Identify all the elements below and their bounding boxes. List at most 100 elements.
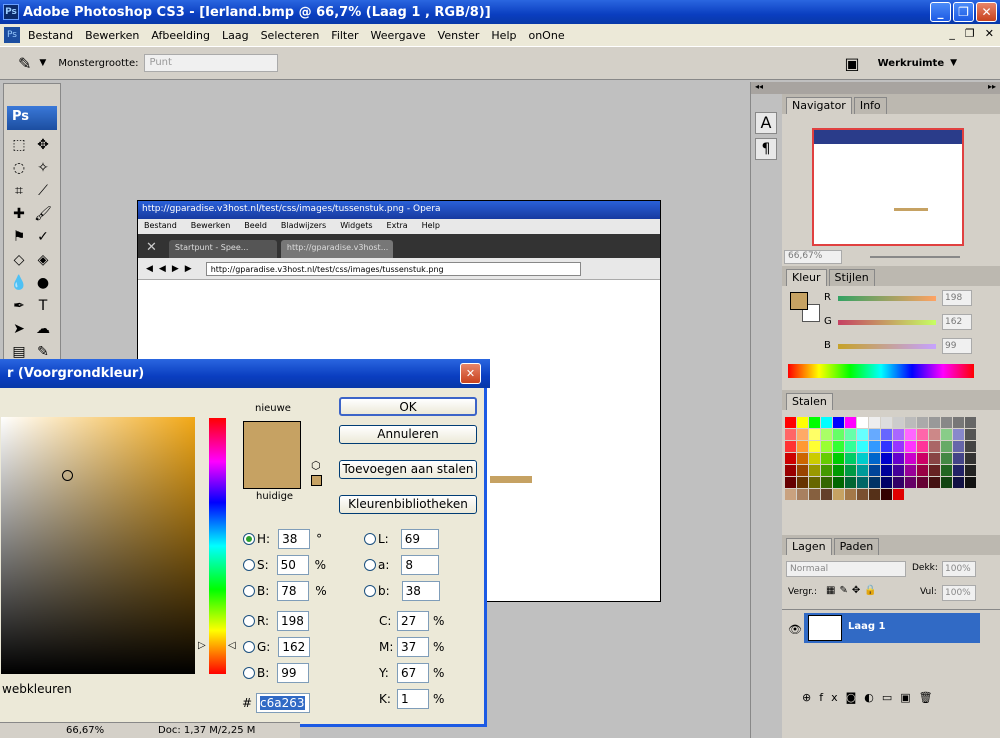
restore-button[interactable]: ❐ xyxy=(953,2,974,22)
a-field[interactable]: 8 xyxy=(401,555,440,575)
color-swatch[interactable] xyxy=(965,429,976,440)
color-swatch[interactable] xyxy=(905,429,916,440)
eye-icon[interactable]: 👁 xyxy=(788,623,802,636)
color-swatch[interactable] xyxy=(845,453,856,464)
color-swatch[interactable] xyxy=(785,417,796,428)
color-swatch[interactable] xyxy=(833,465,844,476)
color-swatch[interactable] xyxy=(857,477,868,488)
color-swatch[interactable] xyxy=(785,465,796,476)
menu-laag[interactable]: Laag xyxy=(216,29,255,42)
color-swatch[interactable] xyxy=(869,417,880,428)
color-swatch[interactable] xyxy=(797,489,808,500)
color-swatch[interactable] xyxy=(845,417,856,428)
color-swatch[interactable] xyxy=(965,417,976,428)
color-swatch[interactable] xyxy=(809,477,820,488)
document-icon[interactable]: Ps xyxy=(4,27,20,43)
color-swatch[interactable] xyxy=(953,441,964,452)
color-swatch[interactable] xyxy=(929,441,940,452)
color-swatch[interactable] xyxy=(941,465,952,476)
b-slider[interactable] xyxy=(838,344,936,349)
color-swatch[interactable] xyxy=(929,465,940,476)
cube-icon[interactable]: ⬡ xyxy=(311,459,321,472)
radio-lab-b[interactable] xyxy=(364,585,376,597)
layers-footer-icons[interactable]: ⊕fx◙◐▭▣🗑 xyxy=(802,691,941,704)
radio-l[interactable] xyxy=(364,533,376,545)
swatches-grid[interactable] xyxy=(782,410,1000,535)
color-swatch[interactable] xyxy=(833,453,844,464)
stamp-tool-icon[interactable]: ⚑ xyxy=(7,226,31,249)
move-tool-icon[interactable]: ✥ xyxy=(31,134,55,157)
lab-b-field[interactable]: 38 xyxy=(401,581,440,601)
path-select-icon[interactable]: ➤ xyxy=(7,318,31,341)
color-swatch[interactable] xyxy=(845,489,856,500)
dialog-close-button[interactable]: ✕ xyxy=(460,363,481,384)
color-swatch[interactable] xyxy=(953,465,964,476)
menu-help[interactable]: Help xyxy=(485,29,522,42)
healing-brush-icon[interactable]: ✚ xyxy=(7,203,31,226)
color-swatch[interactable] xyxy=(797,429,808,440)
color-swatch[interactable] xyxy=(785,489,796,500)
dodge-tool-icon[interactable]: ● xyxy=(31,272,55,295)
color-swatch[interactable] xyxy=(821,417,832,428)
layer-row-laag1[interactable]: Laag 1 xyxy=(804,613,980,643)
paragraph-panel-icon[interactable]: ¶ xyxy=(755,138,777,160)
color-swatch[interactable] xyxy=(965,453,976,464)
color-swatch[interactable] xyxy=(809,489,820,500)
b-value-field[interactable]: 99 xyxy=(942,338,972,354)
radio-h[interactable] xyxy=(243,533,255,545)
color-swatch[interactable] xyxy=(833,489,844,500)
b-field[interactable]: 78 xyxy=(277,581,310,601)
color-swatch[interactable] xyxy=(905,453,916,464)
color-swatch[interactable] xyxy=(833,429,844,440)
hue-slider[interactable] xyxy=(209,418,226,674)
radio-blue[interactable] xyxy=(243,667,255,679)
r-field[interactable]: 198 xyxy=(277,611,310,631)
chevron-down-icon[interactable]: ▼ xyxy=(39,58,46,68)
color-swatch[interactable] xyxy=(941,429,952,440)
shape-tool-icon[interactable]: ☁ xyxy=(31,318,55,341)
tab-info[interactable]: Info xyxy=(853,97,887,114)
bucket-tool-icon[interactable]: ◈ xyxy=(31,249,55,272)
color-swatch[interactable] xyxy=(953,453,964,464)
color-swatch[interactable] xyxy=(857,441,868,452)
blur-tool-icon[interactable]: 💧 xyxy=(7,272,31,295)
color-swatch[interactable] xyxy=(833,417,844,428)
menu-afbeelding[interactable]: Afbeelding xyxy=(145,29,216,42)
color-swatch[interactable] xyxy=(893,441,904,452)
color-swatch[interactable] xyxy=(965,477,976,488)
k-field[interactable]: 1 xyxy=(397,689,429,709)
color-swatch[interactable] xyxy=(821,489,832,500)
radio-g[interactable] xyxy=(243,641,255,653)
color-swatch[interactable] xyxy=(809,453,820,464)
doc-close-icon[interactable]: ✕ xyxy=(985,27,994,40)
color-swatch[interactable] xyxy=(893,417,904,428)
fill-field[interactable]: 100% xyxy=(942,585,976,601)
add-to-swatches-button[interactable]: Toevoegen aan stalen xyxy=(339,460,477,479)
color-swatch[interactable] xyxy=(893,465,904,476)
color-swatch[interactable] xyxy=(821,465,832,476)
color-swatch[interactable] xyxy=(881,441,892,452)
bridge-icon[interactable]: ▣ xyxy=(844,54,859,73)
color-swatch[interactable] xyxy=(809,417,820,428)
color-swatch[interactable] xyxy=(881,453,892,464)
menu-bewerken[interactable]: Bewerken xyxy=(79,29,145,42)
slice-tool-icon[interactable]: ⟋ xyxy=(31,180,55,203)
color-swatch[interactable] xyxy=(833,477,844,488)
tab-stijlen[interactable]: Stijlen xyxy=(828,269,875,286)
hue-slider-arrow-left[interactable]: ▷ xyxy=(198,640,206,651)
close-button[interactable]: ✕ xyxy=(976,2,997,22)
s-field[interactable]: 50 xyxy=(276,555,309,575)
color-field[interactable] xyxy=(1,417,195,674)
color-swatch[interactable] xyxy=(917,441,928,452)
color-libraries-button[interactable]: Kleurenbibliotheken xyxy=(339,495,477,514)
dock-collapse-icon[interactable]: ◂◂ xyxy=(751,82,782,94)
color-swatch[interactable] xyxy=(917,465,928,476)
color-swatch[interactable] xyxy=(821,441,832,452)
color-swatch[interactable] xyxy=(869,465,880,476)
color-swatch[interactable] xyxy=(929,453,940,464)
color-swatch[interactable] xyxy=(953,429,964,440)
color-swatch[interactable] xyxy=(917,477,928,488)
color-swatch[interactable] xyxy=(869,477,880,488)
color-swatch[interactable] xyxy=(881,417,892,428)
color-swatch[interactable] xyxy=(941,417,952,428)
